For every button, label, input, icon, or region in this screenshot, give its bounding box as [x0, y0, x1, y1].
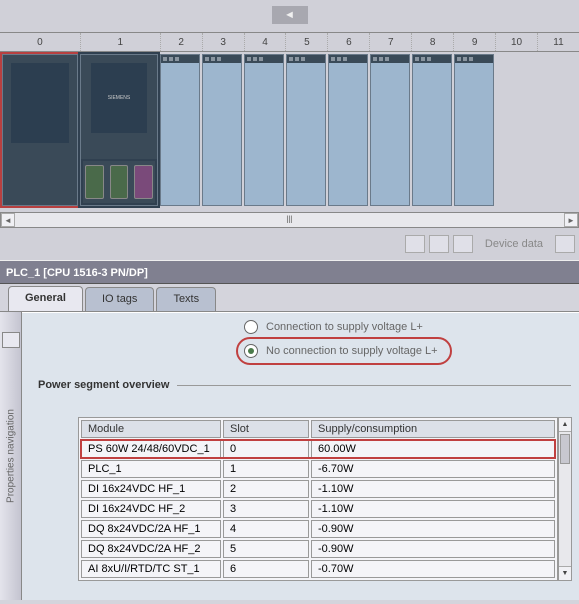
radio-label: No connection to supply voltage L+	[266, 345, 438, 357]
cell-slot: 1	[223, 460, 309, 478]
module-io[interactable]	[244, 54, 284, 206]
tab-io-tags[interactable]: IO tags	[85, 287, 154, 311]
cell-module: PS 60W 24/48/60VDC_1	[81, 440, 221, 458]
divider-icon	[177, 385, 571, 386]
col-supply[interactable]: Supply/consumption	[311, 420, 555, 438]
slot-header[interactable]: 0	[0, 33, 80, 51]
cell-module: DQ 8x24VDC/2A HF_1	[81, 520, 221, 538]
cell-supply: -0.90W	[311, 520, 555, 538]
cell-supply: -0.70W	[311, 560, 555, 578]
module-io[interactable]	[328, 54, 368, 206]
col-slot[interactable]: Slot	[223, 420, 309, 438]
radio-label: Connection to supply voltage L+	[266, 321, 423, 333]
side-nav-label: Properties navigation	[5, 409, 16, 503]
toolbar-button[interactable]	[429, 235, 449, 253]
table-vertical-scrollbar[interactable]: ▲ ▼	[558, 417, 572, 581]
cell-supply: -1.10W	[311, 500, 555, 518]
power-segment-table: Module Slot Supply/consumption PS 60W 24…	[78, 417, 558, 581]
cell-slot: 6	[223, 560, 309, 578]
page-title: PLC_1 [CPU 1516-3 PN/DP]	[0, 260, 579, 284]
ethernet-port-icon[interactable]	[85, 165, 104, 199]
table-row[interactable]: PS 60W 24/48/60VDC_1060.00W	[81, 440, 555, 458]
scroll-left-button[interactable]: ◄	[1, 213, 15, 227]
section-title: Power segment overview	[38, 379, 579, 391]
toolbar-button[interactable]	[555, 235, 575, 253]
nav-up-button[interactable]: ◄	[272, 6, 308, 24]
rack-view: ◄ 0 1 2 3 4 5 6 7 8 9 10 11 SIEMENS	[0, 0, 579, 260]
rack-toolbar: Device data	[405, 234, 575, 254]
slot-header[interactable]: 8	[411, 33, 453, 51]
radio-connection-lplus[interactable]: Connection to supply voltage L+	[238, 315, 579, 339]
table-row[interactable]: DQ 8x24VDC/2A HF_25-0.90W	[81, 540, 555, 558]
cpu-label: SIEMENS	[91, 63, 147, 133]
scroll-right-button[interactable]: ►	[564, 213, 578, 227]
module-io[interactable]	[370, 54, 410, 206]
slot-header[interactable]: 2	[160, 33, 202, 51]
module-io[interactable]	[160, 54, 200, 206]
radio-icon	[244, 320, 258, 334]
cell-supply: -1.10W	[311, 480, 555, 498]
slot-header-row: 0 1 2 3 4 5 6 7 8 9 10 11	[0, 32, 579, 52]
slot-header[interactable]: 1	[80, 33, 160, 51]
module-cpu[interactable]: SIEMENS	[80, 54, 158, 206]
tab-bar: General IO tags Texts	[0, 284, 579, 312]
main-pane: Connection to supply voltage L+ No conne…	[22, 312, 579, 600]
table-row[interactable]: PLC_11-6.70W	[81, 460, 555, 478]
dp-port-icon[interactable]	[134, 165, 153, 199]
module-io[interactable]	[454, 54, 494, 206]
cpu-interface-ports	[83, 161, 155, 203]
cell-slot: 0	[223, 440, 309, 458]
cell-slot: 2	[223, 480, 309, 498]
nav-collapse-button[interactable]	[2, 332, 20, 348]
slot-header[interactable]: 6	[327, 33, 369, 51]
cell-supply: -0.90W	[311, 540, 555, 558]
triangle-left-icon: ◄	[284, 9, 295, 21]
cell-slot: 4	[223, 520, 309, 538]
supply-voltage-radios: Connection to supply voltage L+ No conne…	[238, 315, 579, 363]
cell-slot: 3	[223, 500, 309, 518]
scrollbar-thumb[interactable]	[560, 434, 570, 464]
slot-header[interactable]: 4	[244, 33, 286, 51]
cell-module: DQ 8x24VDC/2A HF_2	[81, 540, 221, 558]
scroll-up-button[interactable]: ▲	[559, 418, 571, 432]
module-io[interactable]	[286, 54, 326, 206]
power-segment-table-wrap: Module Slot Supply/consumption PS 60W 24…	[78, 417, 579, 581]
table-row[interactable]: DQ 8x24VDC/2A HF_14-0.90W	[81, 520, 555, 538]
module-io[interactable]	[412, 54, 452, 206]
radio-icon	[244, 344, 258, 358]
device-data-label: Device data	[477, 238, 551, 250]
module-row: SIEMENS	[2, 54, 494, 208]
table-row[interactable]: AI 8xU/I/RTD/TC ST_16-0.70W	[81, 560, 555, 578]
cell-supply: -6.70W	[311, 460, 555, 478]
cell-module: AI 8xU/I/RTD/TC ST_1	[81, 560, 221, 578]
slot-header[interactable]: 9	[453, 33, 495, 51]
ethernet-port-icon[interactable]	[110, 165, 129, 199]
properties-navigation[interactable]: Properties navigation	[0, 312, 22, 600]
section-title-text: Power segment overview	[38, 379, 169, 391]
scrollbar-track[interactable]: Ⅲ	[15, 213, 564, 227]
table-row[interactable]: DI 16x24VDC HF_12-1.10W	[81, 480, 555, 498]
cell-slot: 5	[223, 540, 309, 558]
cell-module: PLC_1	[81, 460, 221, 478]
scroll-down-button[interactable]: ▼	[559, 566, 571, 580]
slot-header[interactable]: 11	[537, 33, 579, 51]
col-module[interactable]: Module	[81, 420, 221, 438]
cell-module: DI 16x24VDC HF_1	[81, 480, 221, 498]
slot-header[interactable]: 3	[202, 33, 244, 51]
table-row[interactable]: DI 16x24VDC HF_23-1.10W	[81, 500, 555, 518]
horizontal-scrollbar[interactable]: ◄ Ⅲ ►	[0, 212, 579, 228]
tab-general[interactable]: General	[8, 286, 83, 311]
cell-module: DI 16x24VDC HF_2	[81, 500, 221, 518]
toolbar-button[interactable]	[453, 235, 473, 253]
content-area: Properties navigation Connection to supp…	[0, 312, 579, 600]
toolbar-button[interactable]	[405, 235, 425, 253]
module-power-supply[interactable]	[2, 54, 78, 206]
cell-supply: 60.00W	[311, 440, 555, 458]
slot-header[interactable]: 7	[369, 33, 411, 51]
radio-no-connection-lplus[interactable]: No connection to supply voltage L+	[238, 339, 450, 363]
slot-header[interactable]: 5	[285, 33, 327, 51]
module-io[interactable]	[202, 54, 242, 206]
slot-header[interactable]: 10	[495, 33, 537, 51]
tab-texts[interactable]: Texts	[156, 287, 216, 311]
